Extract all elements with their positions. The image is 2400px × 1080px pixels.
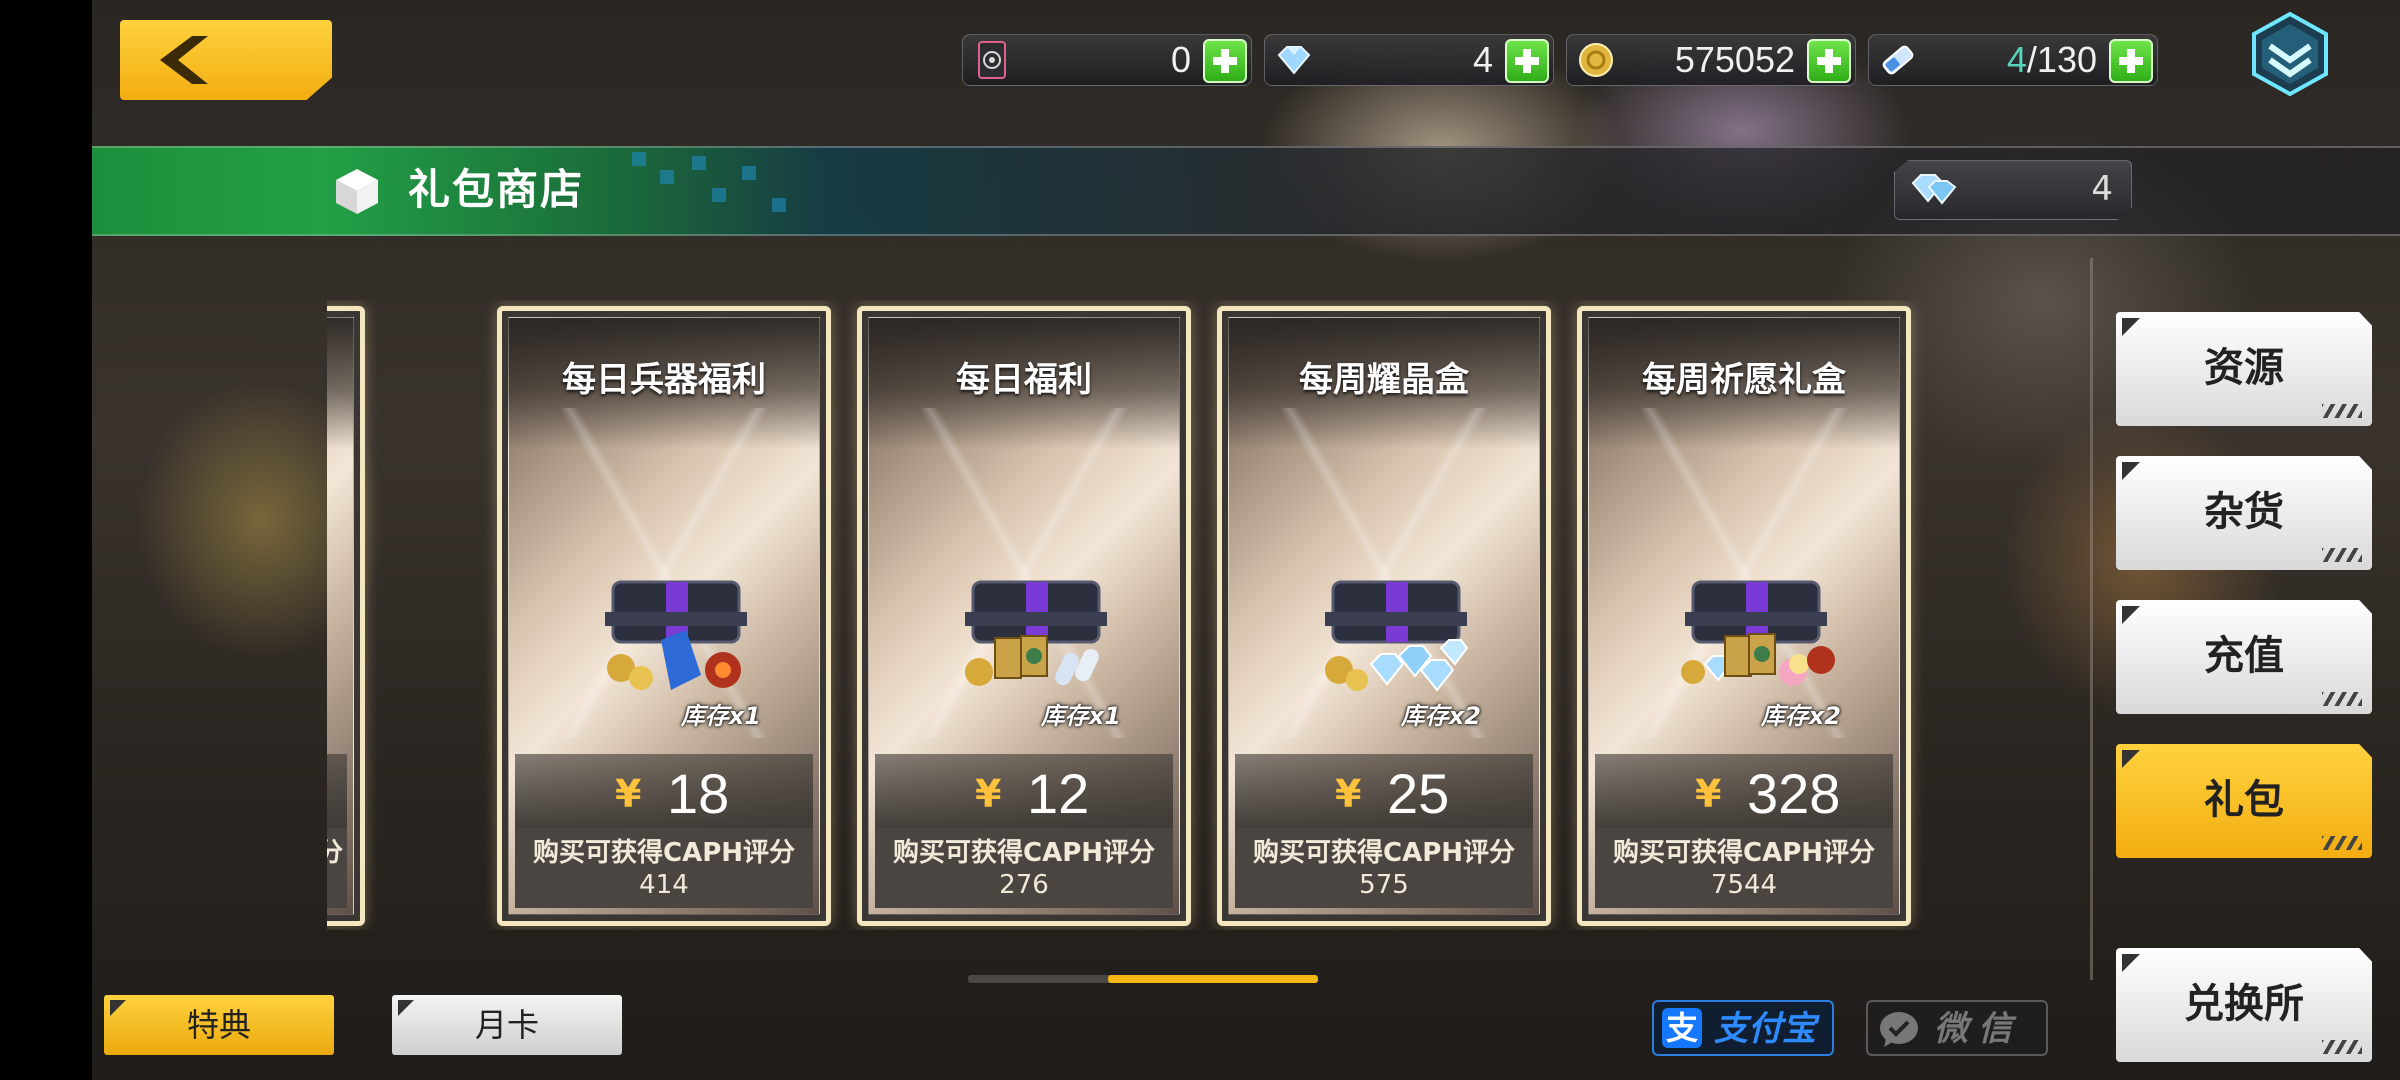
alipay-icon: 支 xyxy=(1662,1008,1702,1048)
resource-pass-card: 0 xyxy=(962,34,1252,86)
tab-monthly-card[interactable]: 月卡 xyxy=(392,995,622,1055)
tab-label: 资源 xyxy=(2204,345,2284,391)
game-screen: 0 4 575052 4/130 礼包商店 4 每日兵器福利 库存x1 ¥ 18… xyxy=(92,0,2400,1080)
wechat-pay-button[interactable]: 微信 xyxy=(1866,1000,2048,1056)
pass-card-count: 0 xyxy=(1170,39,1191,80)
card-title: 每日福利 xyxy=(956,360,1092,400)
price-band: ¥ 328 xyxy=(1595,754,1893,828)
currency-symbol: ¥ xyxy=(615,772,642,816)
tab-gift-packs[interactable]: 礼包 xyxy=(2116,744,2372,858)
card-title: 每日兵器福利 xyxy=(562,360,766,400)
caph-value: 7544 xyxy=(1710,870,1778,900)
gift-card-weekly-wish[interactable]: 每周祈愿礼盒 库存x2 ¥ 328 购买可获得CAPH评分 7544 xyxy=(1577,306,1911,926)
caph-value: 276 xyxy=(999,870,1049,900)
emblem-card-icon xyxy=(978,41,1006,79)
back-arrow-icon xyxy=(160,36,208,84)
tab-label: 充值 xyxy=(2204,633,2284,679)
gift-card-daily-welfare[interactable]: 每日福利 库存x1 ¥ 12 购买可获得CAPH评分 276 xyxy=(857,306,1191,926)
stamina-count: 4/130 xyxy=(2006,39,2097,80)
resource-diamonds: 4 xyxy=(1264,34,1554,86)
stock-label: 库存x2 xyxy=(1760,702,1841,730)
alipay-label: 支付宝 xyxy=(1714,1009,1816,1049)
tab-recharge[interactable]: 充值 xyxy=(2116,600,2372,714)
stock-label: 库存x1 xyxy=(1040,702,1121,730)
tab-label: 月卡 xyxy=(474,1006,539,1044)
gold-coin-icon xyxy=(1579,43,1613,77)
caph-label: 购买可获得CAPH评分 xyxy=(1612,838,1876,868)
back-button[interactable] xyxy=(120,20,332,100)
stock-label: 库存x2 xyxy=(1400,702,1481,730)
weapon-chest-icon xyxy=(605,580,747,690)
price-band: ¥ 18 xyxy=(515,754,813,828)
add-stamina-button[interactable] xyxy=(2109,39,2153,83)
resource-stamina: 4/130 xyxy=(1868,34,2158,86)
tab-label: 礼包 xyxy=(2204,777,2284,823)
currency-symbol: ¥ xyxy=(975,772,1002,816)
tab-label: 兑换所 xyxy=(2184,981,2304,1027)
caph-label: 购买可获得CAPH评分 xyxy=(892,838,1156,868)
resource-gold: 575052 xyxy=(1566,34,1856,86)
diamond-cluster-icon xyxy=(1911,174,1957,205)
tab-label: 特典 xyxy=(186,1006,251,1044)
shop-title-bar: 礼包商店 4 xyxy=(92,146,2400,236)
card-title: 每周耀晶盒 xyxy=(1299,360,1469,400)
add-pass-card-button[interactable] xyxy=(1203,39,1247,83)
price-band: ¥ 12 xyxy=(875,754,1173,828)
card-price: 18 xyxy=(667,762,730,825)
alipay-button[interactable]: 支 支付宝 xyxy=(1652,1000,1834,1056)
caph-label: 购买可获得CAPH评分 xyxy=(532,838,796,868)
caph-value: 575 xyxy=(1359,870,1409,900)
card-price: 12 xyxy=(1027,762,1090,825)
add-gold-button[interactable] xyxy=(1807,39,1851,83)
caph-label: 购买可获得CAPH评分 xyxy=(1252,838,1516,868)
tab-groceries[interactable]: 杂货 xyxy=(2116,456,2372,570)
cube-icon xyxy=(336,169,378,214)
crystal-chest-icon xyxy=(1325,580,1469,692)
currency-symbol: ¥ xyxy=(1335,772,1362,816)
wechat-icon xyxy=(1880,1012,1918,1047)
gold-count: 575052 xyxy=(1674,39,1795,80)
tab-label: 杂货 xyxy=(2204,489,2284,535)
gift-pack-carousel[interactable]: 分 每日兵器福利 库存x1 ¥ 18 xyxy=(327,300,1927,930)
tab-exchange[interactable]: 兑换所 xyxy=(2116,948,2372,1062)
gift-card-weekly-crystal[interactable]: 每周耀晶盒 库存x2 ¥ 25 购买可获得CAPH评分 575 xyxy=(1217,306,1551,926)
battery-icon xyxy=(1882,45,1914,75)
diamond-balance: 4 xyxy=(1894,160,2132,220)
stock-label: 库存x1 xyxy=(680,702,761,730)
tab-special[interactable]: 特典 xyxy=(104,995,334,1055)
welfare-chest-icon xyxy=(965,580,1107,686)
card-price: 25 xyxy=(1387,762,1450,825)
carousel-scrollbar[interactable] xyxy=(968,975,1318,983)
shop-title: 礼包商店 xyxy=(408,165,585,214)
diamond-balance-value: 4 xyxy=(2091,169,2113,209)
diamond-icon xyxy=(1277,46,1311,75)
caph-value: 414 xyxy=(639,870,689,900)
price-band: ¥ 25 xyxy=(1235,754,1533,828)
gift-card-daily-weapon[interactable]: 每日兵器福利 库存x1 ¥ 18 购买可获得CAPH评分 414 xyxy=(497,306,831,926)
card-title: 每周祈愿礼盒 xyxy=(1642,360,1846,400)
wechat-label: 微信 xyxy=(1934,1009,2022,1049)
add-diamonds-button[interactable] xyxy=(1505,39,1549,83)
caph-label-fragment: 分 xyxy=(327,836,347,870)
wish-chest-icon xyxy=(1681,580,1835,686)
menu-toggle-button[interactable] xyxy=(2250,12,2330,96)
card-price: 328 xyxy=(1747,762,1841,825)
carousel-scroll-thumb[interactable] xyxy=(1108,975,1318,983)
diamond-count: 4 xyxy=(1472,39,1493,80)
currency-symbol: ¥ xyxy=(1695,772,1722,816)
side-divider xyxy=(2090,258,2093,980)
gift-card-partial[interactable]: 分 xyxy=(327,306,365,926)
tab-resources[interactable]: 资源 xyxy=(2116,312,2372,426)
